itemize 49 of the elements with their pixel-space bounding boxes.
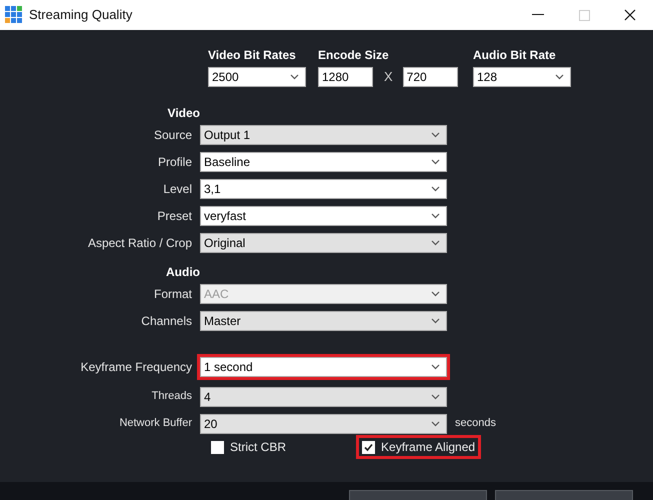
- minimize-icon: [532, 14, 544, 16]
- maximize-icon: [578, 10, 590, 20]
- caret-icon: [431, 290, 440, 296]
- dropdown-field[interactable]: 20: [200, 414, 447, 434]
- field-label: Format: [154, 286, 192, 302]
- checkbox[interactable]: Keyframe Aligned: [359, 438, 478, 456]
- caret-icon: [431, 364, 440, 370]
- caret-icon: [290, 74, 299, 80]
- checkbox[interactable]: Strict CBR: [208, 438, 290, 456]
- dropdown-field[interactable]: Output 1: [200, 124, 447, 144]
- dropdown-field[interactable]: 3,1: [200, 178, 447, 198]
- column-label: Video Bit Rates: [208, 47, 296, 63]
- field-label: Channels: [141, 312, 192, 330]
- column-label: Audio Bit Rate: [473, 47, 556, 63]
- dropdown-field[interactable]: Original: [200, 232, 447, 252]
- dropdown-field[interactable]: 2500: [208, 67, 306, 87]
- dropdown-field[interactable]: veryfast: [200, 206, 447, 226]
- dropdown-field[interactable]: Baseline: [200, 152, 447, 172]
- field-label: Threads: [152, 389, 192, 404]
- field-label: Aspect Ratio / Crop: [88, 234, 192, 252]
- width-field[interactable]: 1280: [318, 67, 373, 87]
- caret-icon: [431, 394, 440, 400]
- caret-icon: [431, 240, 440, 246]
- dropdown-field[interactable]: 4: [200, 386, 447, 406]
- field-label: Level: [163, 180, 192, 198]
- field-label: Profile: [158, 154, 192, 170]
- section-heading: Video: [168, 105, 200, 121]
- field-label: Preset: [157, 208, 192, 224]
- window-title: Streaming Quality: [29, 6, 132, 24]
- caret-icon: [431, 132, 440, 138]
- field-label: Source: [154, 126, 192, 144]
- close-icon: [624, 9, 636, 21]
- caret-icon: [431, 420, 440, 426]
- dropdown-field[interactable]: Master: [200, 310, 447, 330]
- field-label: Network Buffer: [119, 416, 192, 432]
- section-heading: Audio: [166, 264, 200, 280]
- height-field[interactable]: 720: [402, 67, 458, 87]
- caret-icon: [555, 74, 564, 80]
- unit-label: seconds: [455, 416, 496, 432]
- caret-icon: [431, 212, 440, 218]
- caret-icon: [431, 158, 440, 164]
- dropdown-field[interactable]: 128: [473, 67, 571, 87]
- app-icon: [5, 6, 23, 24]
- caret-icon: [431, 318, 440, 324]
- caret-icon: [431, 186, 440, 192]
- field-label: Keyframe Frequency: [80, 358, 192, 376]
- separator-label: X: [384, 68, 393, 86]
- check-icon: [363, 442, 374, 452]
- column-label: Encode Size: [318, 47, 389, 63]
